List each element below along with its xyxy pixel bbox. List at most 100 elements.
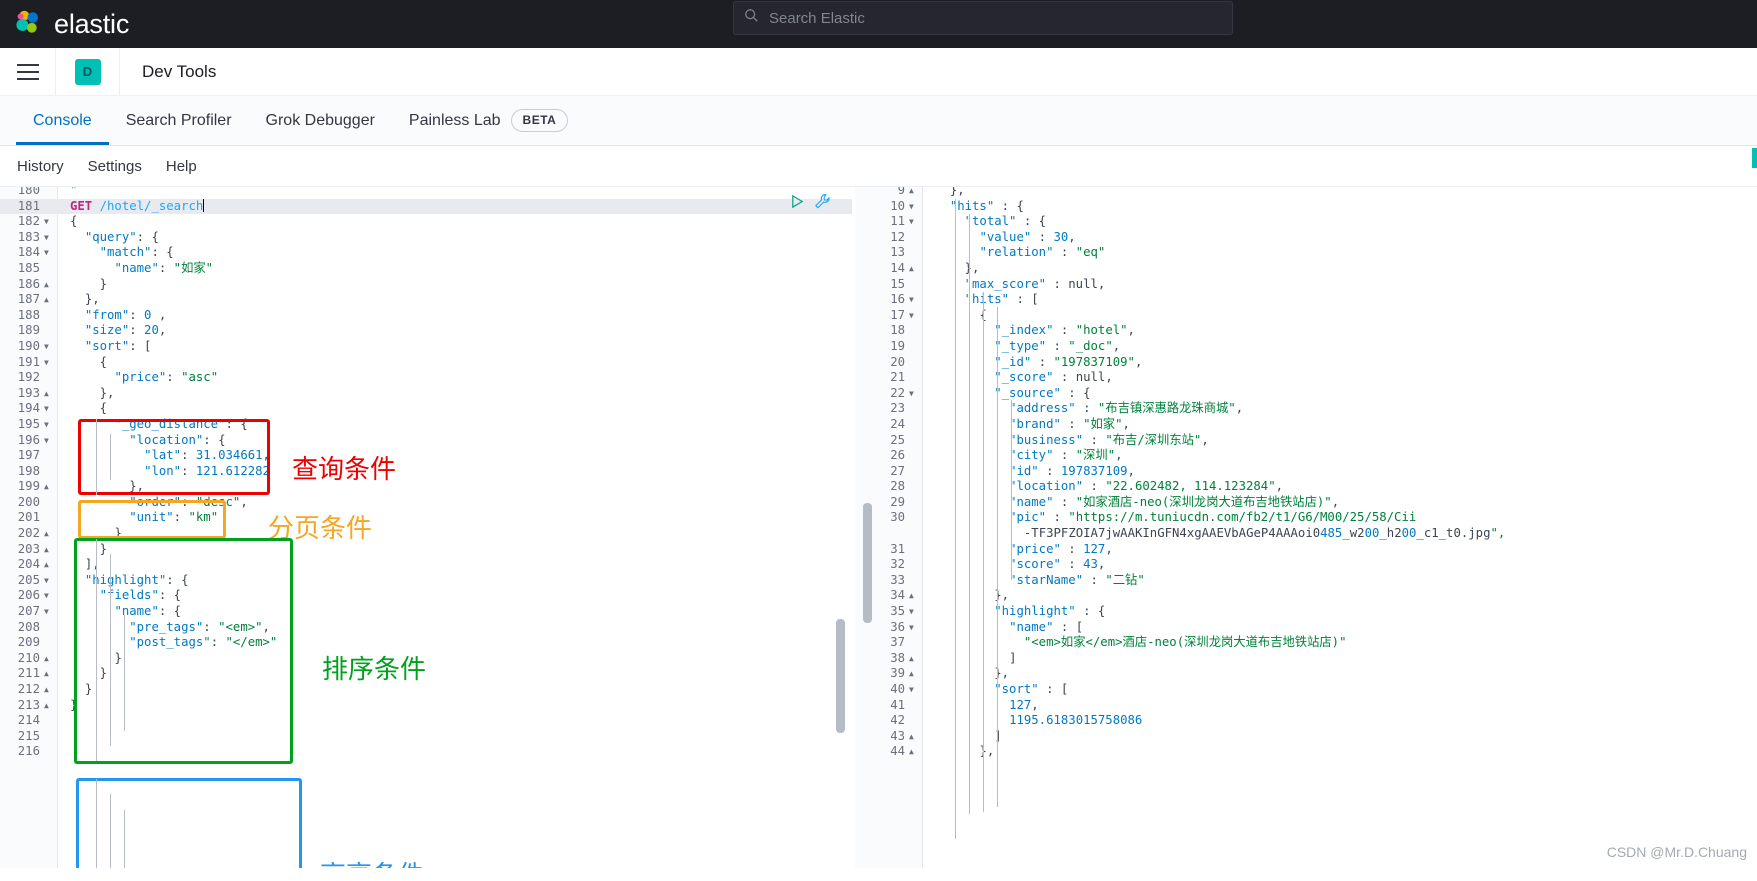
code-line[interactable]: 200 "order": "desc", (0, 495, 855, 511)
code-line[interactable]: 38 ▲ ] (855, 651, 1757, 667)
code-line[interactable]: 211 ▲ } (0, 666, 855, 682)
code-line[interactable]: 210 ▲ } (0, 651, 855, 667)
play-triangle-icon[interactable] (790, 194, 805, 214)
code-line[interactable]: 24 "brand" : "如家", (855, 417, 1757, 433)
request-actions[interactable] (790, 193, 831, 215)
request-code[interactable]: 180 " 181 GET /hotel/_search 182 ▼ {183 ▼ "quer… (0, 187, 855, 868)
request-scrollbar[interactable] (836, 619, 845, 733)
code-line[interactable]: 13 "relation" : "eq" (855, 245, 1757, 261)
code-line[interactable]: 31 "price" : 127, (855, 542, 1757, 558)
code-line[interactable]: 30 "pic" : "https://m.tuniucdn.com/fb2/t… (855, 510, 1757, 526)
code-line[interactable]: 27 "id" : 197837109, (855, 464, 1757, 480)
code-line[interactable]: 17 ▼ { (855, 308, 1757, 324)
code-line[interactable]: 37 "<em>如家</em>酒店-neo(深圳龙岗大道布吉地铁站店)" (855, 635, 1757, 651)
fold-down-icon[interactable]: ▼ (44, 355, 49, 371)
fold-down-icon[interactable]: ▼ (909, 604, 914, 620)
fold-up-icon[interactable]: ▲ (909, 666, 914, 682)
response-scrollbar[interactable] (863, 503, 872, 623)
code-line[interactable]: 182 ▼ { (0, 214, 855, 230)
tab-painless-lab[interactable]: Painless Lab BETA (392, 96, 585, 145)
fold-up-icon[interactable]: ▲ (44, 292, 49, 308)
hamburger-menu-icon[interactable] (0, 47, 56, 96)
fold-up-icon[interactable]: ▲ (44, 386, 49, 402)
code-line[interactable]: 9 ▲ }, (855, 187, 1757, 199)
code-line[interactable]: 207 ▼ "name": { (0, 604, 855, 620)
fold-up-icon[interactable]: ▲ (909, 588, 914, 604)
fold-down-icon[interactable]: ▼ (909, 620, 914, 636)
code-line[interactable]: 23 "address" : "布吉镇深惠路龙珠商城", (855, 401, 1757, 417)
code-line[interactable]: 209 "post_tags": "</em>" (0, 635, 855, 651)
code-line[interactable]: 216 (0, 744, 855, 760)
fold-down-icon[interactable]: ▼ (44, 230, 49, 246)
code-line[interactable]: 208 "pre_tags": "<em>", (0, 620, 855, 636)
fold-up-icon[interactable]: ▲ (44, 479, 49, 495)
fold-down-icon[interactable]: ▼ (44, 401, 49, 417)
fold-up-icon[interactable]: ▲ (44, 698, 49, 714)
code-line[interactable]: 215 (0, 729, 855, 745)
subbar-item-history[interactable]: History (17, 158, 64, 175)
code-line[interactable]: 188 "from": 0 , (0, 308, 855, 324)
code-line[interactable]: 196 ▼ "location": { (0, 433, 855, 449)
fold-down-icon[interactable]: ▼ (44, 573, 49, 589)
subbar-item-help[interactable]: Help (166, 158, 197, 175)
code-line[interactable]: 41 127, (855, 698, 1757, 714)
code-line[interactable]: 199 ▲ }, (0, 479, 855, 495)
fold-up-icon[interactable]: ▲ (44, 542, 49, 558)
fold-up-icon[interactable]: ▲ (909, 651, 914, 667)
tab-grok-debugger[interactable]: Grok Debugger (249, 96, 392, 145)
wrench-icon[interactable] (814, 193, 831, 215)
fold-down-icon[interactable]: ▼ (44, 604, 49, 620)
code-line[interactable]: 203 ▲ } (0, 542, 855, 558)
code-line[interactable]: 180 " (0, 187, 855, 199)
tab-console[interactable]: Console (16, 96, 109, 145)
code-line[interactable]: 189 "size": 20, (0, 323, 855, 339)
fold-down-icon[interactable]: ▼ (44, 588, 49, 604)
code-line[interactable]: 198 "lon": 121.612282 (0, 464, 855, 480)
fold-down-icon[interactable]: ▼ (44, 245, 49, 261)
fold-up-icon[interactable]: ▲ (44, 666, 49, 682)
code-line[interactable]: 35 ▼ "highlight" : { (855, 604, 1757, 620)
code-line[interactable]: 21 "_score" : null, (855, 370, 1757, 386)
code-line[interactable]: 22 ▼ "_source" : { (855, 386, 1757, 402)
code-line[interactable]: 29 "name" : "如家酒店-neo(深圳龙岗大道布吉地铁站店)", (855, 495, 1757, 511)
fold-down-icon[interactable]: ▼ (909, 386, 914, 402)
code-line[interactable]: 212 ▲ } (0, 682, 855, 698)
code-line[interactable]: 32 "score" : 43, (855, 557, 1757, 573)
code-line[interactable]: 204▲ ], (0, 557, 855, 573)
code-line[interactable]: 194 ▼ { (0, 401, 855, 417)
fold-down-icon[interactable]: ▼ (909, 308, 914, 324)
brand-area[interactable]: elastic (0, 9, 129, 40)
code-line[interactable]: 12 "value" : 30, (855, 230, 1757, 246)
request-editor-pane[interactable]: 180 " 181 GET /hotel/_search 182 ▼ {183 ▼ "quer… (0, 187, 855, 868)
code-line[interactable]: 183 ▼ "query": { (0, 230, 855, 246)
code-line[interactable]: 25 "business" : "布吉/深圳东站", (855, 433, 1757, 449)
code-line[interactable]: 34▲ }, (855, 588, 1757, 604)
code-line[interactable]: 43▲ ] (855, 729, 1757, 745)
fold-up-icon[interactable]: ▲ (909, 729, 914, 745)
fold-up-icon[interactable]: ▲ (909, 744, 914, 760)
code-line[interactable]: 33 "starName" : "二钻" (855, 573, 1757, 589)
code-line[interactable]: 191 ▼ { (0, 355, 855, 371)
code-line[interactable]: 20 "_id" : "197837109", (855, 355, 1757, 371)
code-line[interactable]: 206 ▼ "fields": { (0, 588, 855, 604)
code-line[interactable]: 187 ▲ }, (0, 292, 855, 308)
code-line[interactable]: 36 ▼ "name" : [ (855, 620, 1757, 636)
code-line[interactable]: 26 "city" : "深圳", (855, 448, 1757, 464)
code-line[interactable]: 15 "max_score" : null, (855, 277, 1757, 293)
fold-up-icon[interactable]: ▲ (44, 277, 49, 293)
code-line[interactable]: -TF3PFZOIA7jwAAKInGFN4xgAAEVbAGeP4AAAoi0… (855, 526, 1757, 542)
code-line[interactable]: 16 ▼ "hits" : [ (855, 292, 1757, 308)
code-line[interactable]: 185 "name": "如家" (0, 261, 855, 277)
code-line[interactable]: 18 "_index" : "hotel", (855, 323, 1757, 339)
fold-down-icon[interactable]: ▼ (909, 214, 914, 230)
code-line[interactable]: 193 ▲ }, (0, 386, 855, 402)
code-line[interactable]: 40 ▼ "sort" : [ (855, 682, 1757, 698)
code-line[interactable]: 28 "location" : "22.602482, 114.123284", (855, 479, 1757, 495)
code-line[interactable]: 201 "unit": "km" (0, 510, 855, 526)
code-line[interactable]: 14 ▲ }, (855, 261, 1757, 277)
code-line[interactable]: 184 ▼ "match": { (0, 245, 855, 261)
code-line[interactable]: 42 1195.6183015758086 (855, 713, 1757, 729)
code-line[interactable]: 39▲ }, (855, 666, 1757, 682)
fold-down-icon[interactable]: ▼ (44, 417, 49, 433)
code-line[interactable]: 205 ▼ "highlight": { (0, 573, 855, 589)
